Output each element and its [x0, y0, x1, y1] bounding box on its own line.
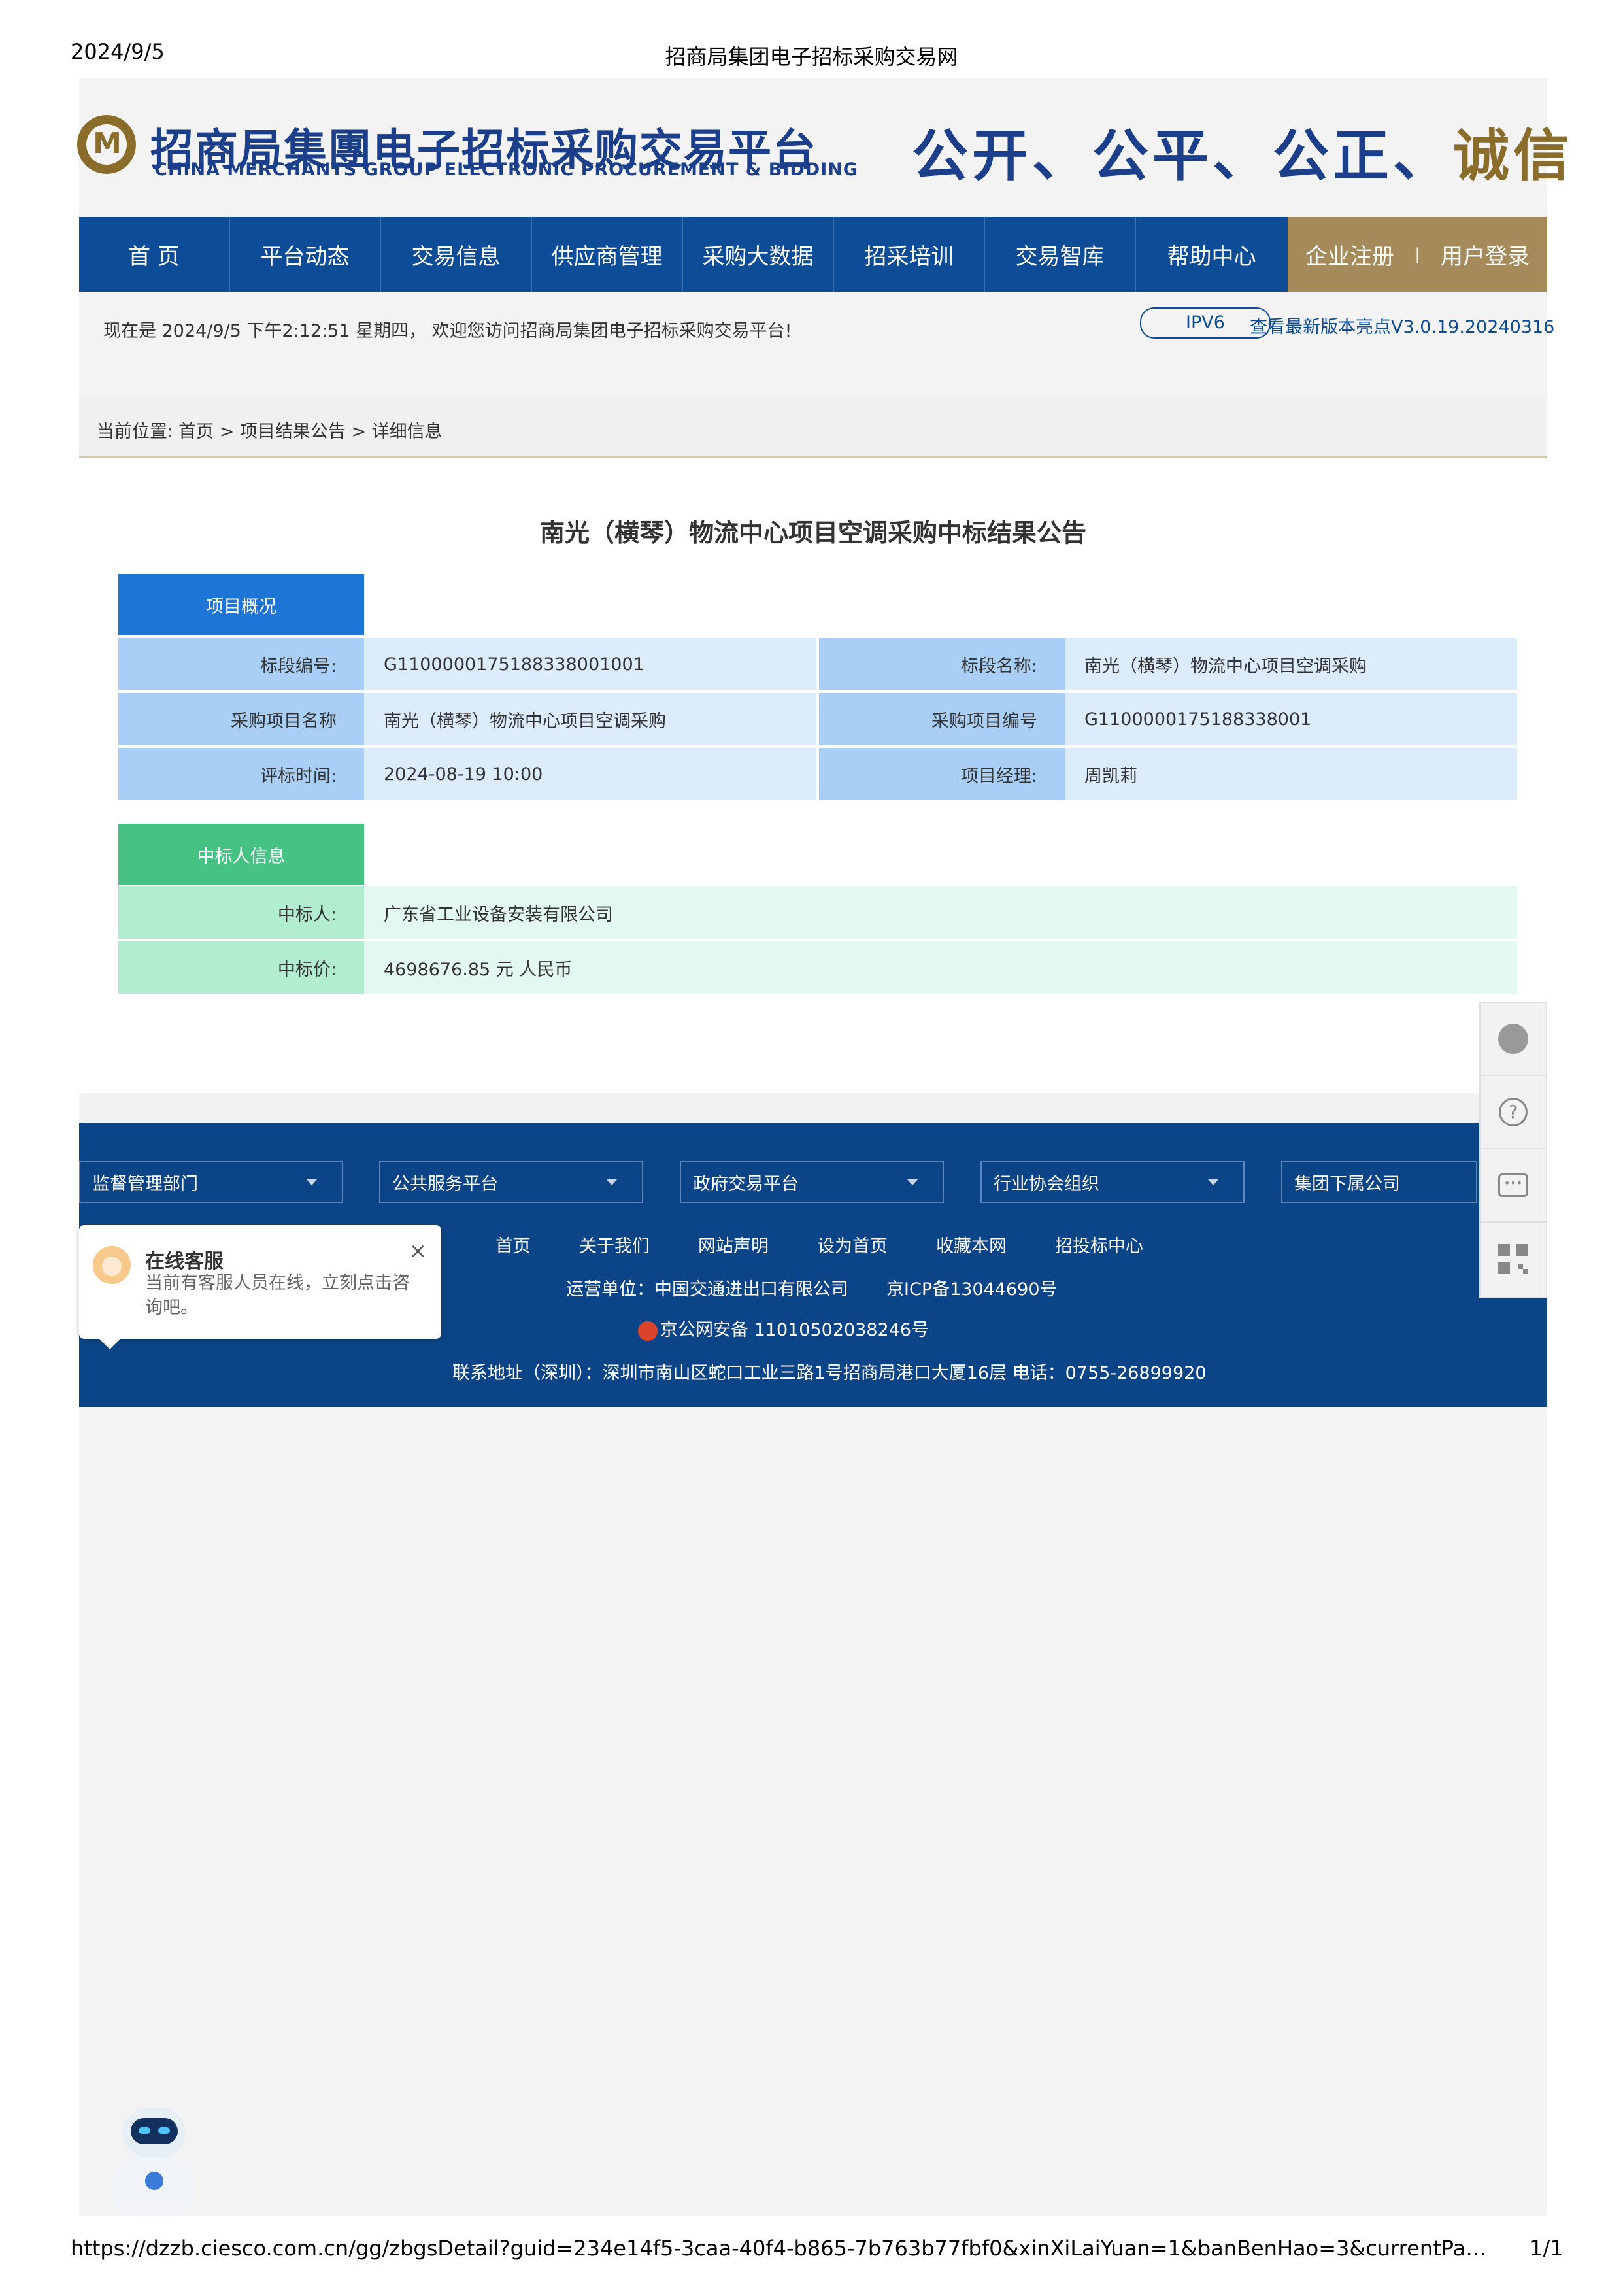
footer-spacer [79, 1093, 1547, 1123]
label-project-name: 采购项目名称 [118, 693, 364, 745]
dropdown-association[interactable]: 行业协会组织 [980, 1161, 1245, 1203]
float-message-button[interactable]: ••• [1479, 1149, 1547, 1223]
float-qrcode-button[interactable] [1479, 1223, 1547, 1296]
footer-address: 联系地址（深圳）：深圳市南山区蛇口工业三路1号招商局港口大厦16层 电话：075… [452, 1363, 1207, 1383]
robot-face [131, 2118, 178, 2144]
breadcrumb: 当前位置: 首页 > 项目结果公告 > 详细信息 [97, 417, 443, 443]
footer-link-bid-center[interactable]: 招投标中心 [1055, 1232, 1143, 1257]
chevron-down-icon [607, 1179, 617, 1185]
slogan-part-a: 公开、公平、公正、 [912, 123, 1453, 189]
nav-think-tank[interactable]: 交易智库 [985, 217, 1136, 292]
float-service-button[interactable] [1479, 1003, 1547, 1076]
welcome-text: 现在是 2024/9/5 下午2:12:51 星期四， 欢迎您访问招商局集团电子… [103, 321, 792, 341]
robot-eye [158, 2127, 170, 2134]
service-avatar-icon [93, 1246, 131, 1284]
dropdown-label: 公共服务平台 [392, 1173, 498, 1194]
footer-link-statement[interactable]: 网站声明 [698, 1232, 769, 1257]
robot-eye [139, 2127, 150, 2134]
dropdown-label: 政府交易平台 [693, 1173, 799, 1194]
popup-tail [98, 1338, 122, 1349]
breadcrumb-label: 当前位置: [97, 422, 174, 442]
footer-link-bookmark[interactable]: 收藏本网 [936, 1232, 1007, 1257]
version-link[interactable]: 查看最新版本亮点V3.0.19.20240316 [1250, 312, 1554, 338]
footer-link-set-home[interactable]: 设为首页 [817, 1232, 888, 1257]
winner-info-table: 中标人: 广东省工业设备安装有限公司 中标价: 4698676.85 元 人民币 [118, 886, 1517, 996]
dropdown-government[interactable]: 政府交易平台 [680, 1161, 944, 1203]
value-project-no: G1100000175188338001 [1065, 693, 1517, 745]
robot-logo-icon [145, 2172, 163, 2190]
nav-big-data[interactable]: 采购大数据 [683, 217, 834, 292]
label-project-no: 采购项目编号 [819, 693, 1065, 745]
value-project-manager: 周凯莉 [1065, 748, 1517, 800]
logo-m-glyph: M [93, 127, 122, 160]
dropdown-label: 监督管理部门 [92, 1173, 198, 1194]
logo-en: CHINA MERCHANTS GROUP ELECTRONIC PROCURE… [154, 160, 858, 180]
auth-separator: | [1414, 245, 1420, 263]
label-section-name: 标段名称: [819, 638, 1065, 690]
print-title: 招商局集团电子招标采购交易网 [665, 44, 958, 69]
popup-title: 在线客服 [145, 1250, 224, 1273]
chat-icon: ••• [1498, 1173, 1528, 1197]
customer-service-icon [1498, 1024, 1528, 1054]
footer-police[interactable]: 京公网安备 11010502038246号 [638, 1315, 929, 1341]
value-evaluation-time: 2024-08-19 10:00 [364, 748, 819, 800]
slogan-part-b: 诚信 [1453, 123, 1573, 189]
footer-link-about[interactable]: 关于我们 [579, 1232, 650, 1257]
dropdown-subsidiaries[interactable]: 集团下属公司 [1281, 1161, 1477, 1203]
dropdown-public-service[interactable]: 公共服务平台 [379, 1161, 643, 1203]
dropdown-label: 集团下属公司 [1294, 1173, 1400, 1194]
close-icon[interactable]: × [409, 1238, 427, 1263]
police-badge-icon [638, 1321, 658, 1341]
nav-help[interactable]: 帮助中心 [1136, 217, 1287, 292]
label-price: 中标价: [118, 941, 364, 994]
print-page: 1/1 [1530, 2236, 1564, 2261]
login-link[interactable]: 用户登录 [1423, 239, 1547, 271]
value-section-no: G1100000175188338001001 [364, 638, 819, 690]
footer-icp[interactable]: 京ICP备13044690号 [886, 1275, 1058, 1300]
nav-supplier[interactable]: 供应商管理 [532, 217, 683, 292]
dropdown-supervision[interactable]: 监督管理部门 [79, 1161, 343, 1203]
chevron-down-icon [307, 1179, 317, 1185]
dropdown-label: 行业协会组织 [994, 1173, 1099, 1194]
nav-home[interactable]: 首 页 [79, 217, 230, 292]
label-section-no: 标段编号: [118, 638, 364, 690]
footer-link-home[interactable]: 首页 [495, 1232, 531, 1257]
project-info-table: 标段编号: G1100000175188338001001 标段名称: 南光（横… [118, 638, 1517, 803]
value-project-name: 南光（横琴）物流中心项目空调采购 [364, 693, 819, 745]
footer-police-text: 京公网安备 11010502038246号 [660, 1320, 929, 1340]
chevron-down-icon [907, 1179, 918, 1185]
question-icon: ? [1499, 1098, 1528, 1126]
float-help-button[interactable]: ? [1479, 1076, 1547, 1149]
nav-trade-info[interactable]: 交易信息 [381, 217, 532, 292]
section-project-overview: 项目概况 [118, 574, 364, 635]
label-winner: 中标人: [118, 886, 364, 939]
label-evaluation-time: 评标时间: [118, 748, 364, 800]
qrcode-icon [1498, 1244, 1528, 1274]
breadcrumb-path[interactable]: 首页 > 项目结果公告 > 详细信息 [178, 417, 443, 443]
nav-training[interactable]: 招采培训 [834, 217, 985, 292]
register-link[interactable]: 企业注册 [1288, 239, 1412, 271]
auth-nav: 企业注册 | 用户登录 [1288, 217, 1547, 292]
chevron-down-icon [1208, 1179, 1218, 1185]
slogan: 公开、公平、公正、诚信 [912, 110, 1573, 192]
popup-desc: 当前有客服人员在线，立刻点击咨询吧。 [145, 1273, 410, 1318]
nav-platform-news[interactable]: 平台动态 [230, 217, 381, 292]
footer-links: 首页 关于我们 网站声明 设为首页 收藏本网 招投标中心 [495, 1232, 1192, 1257]
value-price: 4698676.85 元 人民币 [364, 941, 1517, 994]
footer-operator: 运营单位：中国交通进出口有限公司 [566, 1279, 848, 1300]
page-title: 南光（横琴）物流中心项目空调采购中标结果公告 [539, 518, 1086, 547]
section-winner-info: 中标人信息 [118, 824, 364, 885]
label-project-manager: 项目经理: [819, 748, 1065, 800]
print-url: https://dzzb.ciesco.com.cn/gg/zbgsDetail… [71, 2236, 1496, 2261]
value-section-name: 南光（横琴）物流中心项目空调采购 [1065, 638, 1517, 690]
value-winner: 广东省工业设备安装有限公司 [364, 886, 1517, 939]
